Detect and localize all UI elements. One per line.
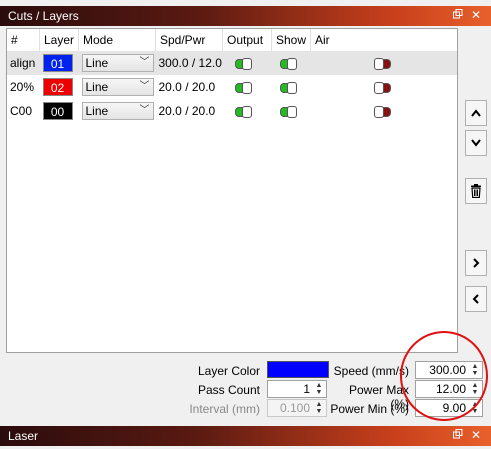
- chevron-right-icon: [473, 258, 480, 268]
- spin-arrows-icon[interactable]: ▲ ▼: [469, 401, 481, 415]
- power-min-label: Power Min (%): [330, 402, 409, 416]
- table-header-row: # Layer Mode Spd/Pwr Output Show Air: [7, 29, 457, 51]
- mode-value: Line: [85, 56, 109, 70]
- col-header-mode[interactable]: Mode: [78, 29, 156, 51]
- table-row[interactable]: C00 00 Line ﹀ 20.0 / 20.0: [7, 99, 457, 123]
- move-left-button[interactable]: [465, 286, 487, 312]
- row-num: align: [7, 51, 40, 75]
- layer-swatch[interactable]: 01: [42, 54, 73, 72]
- spin-arrows-icon[interactable]: ▲ ▼: [313, 382, 325, 396]
- laser-title: Laser: [8, 429, 39, 443]
- show-toggle[interactable]: [279, 105, 297, 118]
- interval-value: 0.100: [279, 401, 310, 415]
- interval-label: Interval (mm): [189, 402, 260, 416]
- layer-swatch[interactable]: 02: [42, 78, 73, 96]
- col-header-output[interactable]: Output: [222, 29, 272, 51]
- cuts-layers-titlebar: Cuts / Layers ✕: [0, 6, 491, 26]
- close-icon[interactable]: ✕: [469, 8, 483, 22]
- move-down-button[interactable]: [465, 130, 487, 156]
- row-num: C00: [10, 104, 33, 118]
- table-row[interactable]: 20% 02 Line ﹀ 20.0 / 20.0: [7, 75, 457, 99]
- mode-select[interactable]: Line ﹀: [81, 102, 154, 120]
- layer-swatch[interactable]: 00: [42, 102, 73, 120]
- output-toggle[interactable]: [234, 81, 252, 94]
- speed-value: 300.00: [429, 363, 466, 377]
- trash-icon: [471, 184, 481, 198]
- chevron-down-icon: ﹀: [139, 57, 150, 68]
- interval-field[interactable]: 0.100 ▲ ▼: [267, 399, 327, 417]
- table-row[interactable]: align 01 Line ﹀ 300.0 / 12.0: [7, 51, 457, 75]
- spd-pwr: 20.0 / 20.0: [158, 80, 216, 94]
- pass-count-label: Pass Count: [197, 383, 260, 397]
- delete-layer-button[interactable]: [465, 178, 487, 204]
- chevron-down-icon: [471, 139, 481, 147]
- row-num: 20%: [10, 80, 35, 94]
- air-toggle[interactable]: [373, 105, 391, 118]
- spin-arrows-icon[interactable]: ▲ ▼: [313, 401, 325, 415]
- output-toggle[interactable]: [234, 105, 252, 118]
- speed-label: Speed (mm/s): [333, 364, 409, 378]
- air-toggle[interactable]: [373, 57, 391, 70]
- pass-count-field[interactable]: 1 ▲ ▼: [267, 380, 327, 398]
- layer-color-label: Layer Color: [197, 364, 260, 378]
- move-right-button[interactable]: [465, 250, 487, 276]
- mode-value: Line: [85, 104, 109, 118]
- output-toggle[interactable]: [234, 57, 252, 70]
- speed-field[interactable]: 300.00 ▲ ▼: [415, 361, 483, 379]
- mode-select[interactable]: Line ﹀: [81, 54, 154, 72]
- pass-count-value: 1: [303, 382, 310, 396]
- col-header-spdpwr[interactable]: Spd/Pwr: [155, 29, 223, 51]
- power-max-field[interactable]: 12.00 ▲ ▼: [415, 380, 483, 398]
- col-header-air[interactable]: Air: [310, 29, 457, 51]
- power-max-value: 12.00: [435, 382, 466, 396]
- close-icon[interactable]: ✕: [469, 428, 483, 442]
- spd-pwr: 20.0 / 20.0: [158, 104, 216, 118]
- chevron-down-icon: ﹀: [139, 105, 150, 116]
- col-header-show[interactable]: Show: [271, 29, 311, 51]
- layers-table: # Layer Mode Spd/Pwr Output Show Air ali…: [6, 28, 458, 353]
- show-toggle[interactable]: [279, 57, 297, 70]
- restore-icon[interactable]: [451, 428, 465, 442]
- chevron-left-icon: [472, 294, 479, 304]
- mode-value: Line: [85, 80, 109, 94]
- layer-color-picker[interactable]: [267, 361, 329, 378]
- restore-icon[interactable]: [451, 8, 465, 22]
- mode-select[interactable]: Line ﹀: [81, 78, 154, 96]
- spd-pwr: 300.0 / 12.0: [155, 51, 223, 75]
- col-header-layer[interactable]: Layer: [39, 29, 79, 51]
- air-toggle[interactable]: [373, 81, 391, 94]
- spin-arrows-icon[interactable]: ▲ ▼: [469, 382, 481, 396]
- power-min-field[interactable]: 9.00 ▲ ▼: [415, 399, 483, 417]
- spin-arrows-icon[interactable]: ▲ ▼: [469, 363, 481, 377]
- show-toggle[interactable]: [279, 81, 297, 94]
- laser-titlebar: Laser ✕: [0, 426, 491, 446]
- chevron-down-icon: ﹀: [139, 81, 150, 92]
- power-min-value: 9.00: [442, 401, 466, 415]
- window-title: Cuts / Layers: [8, 9, 79, 23]
- col-header-num[interactable]: #: [7, 29, 40, 51]
